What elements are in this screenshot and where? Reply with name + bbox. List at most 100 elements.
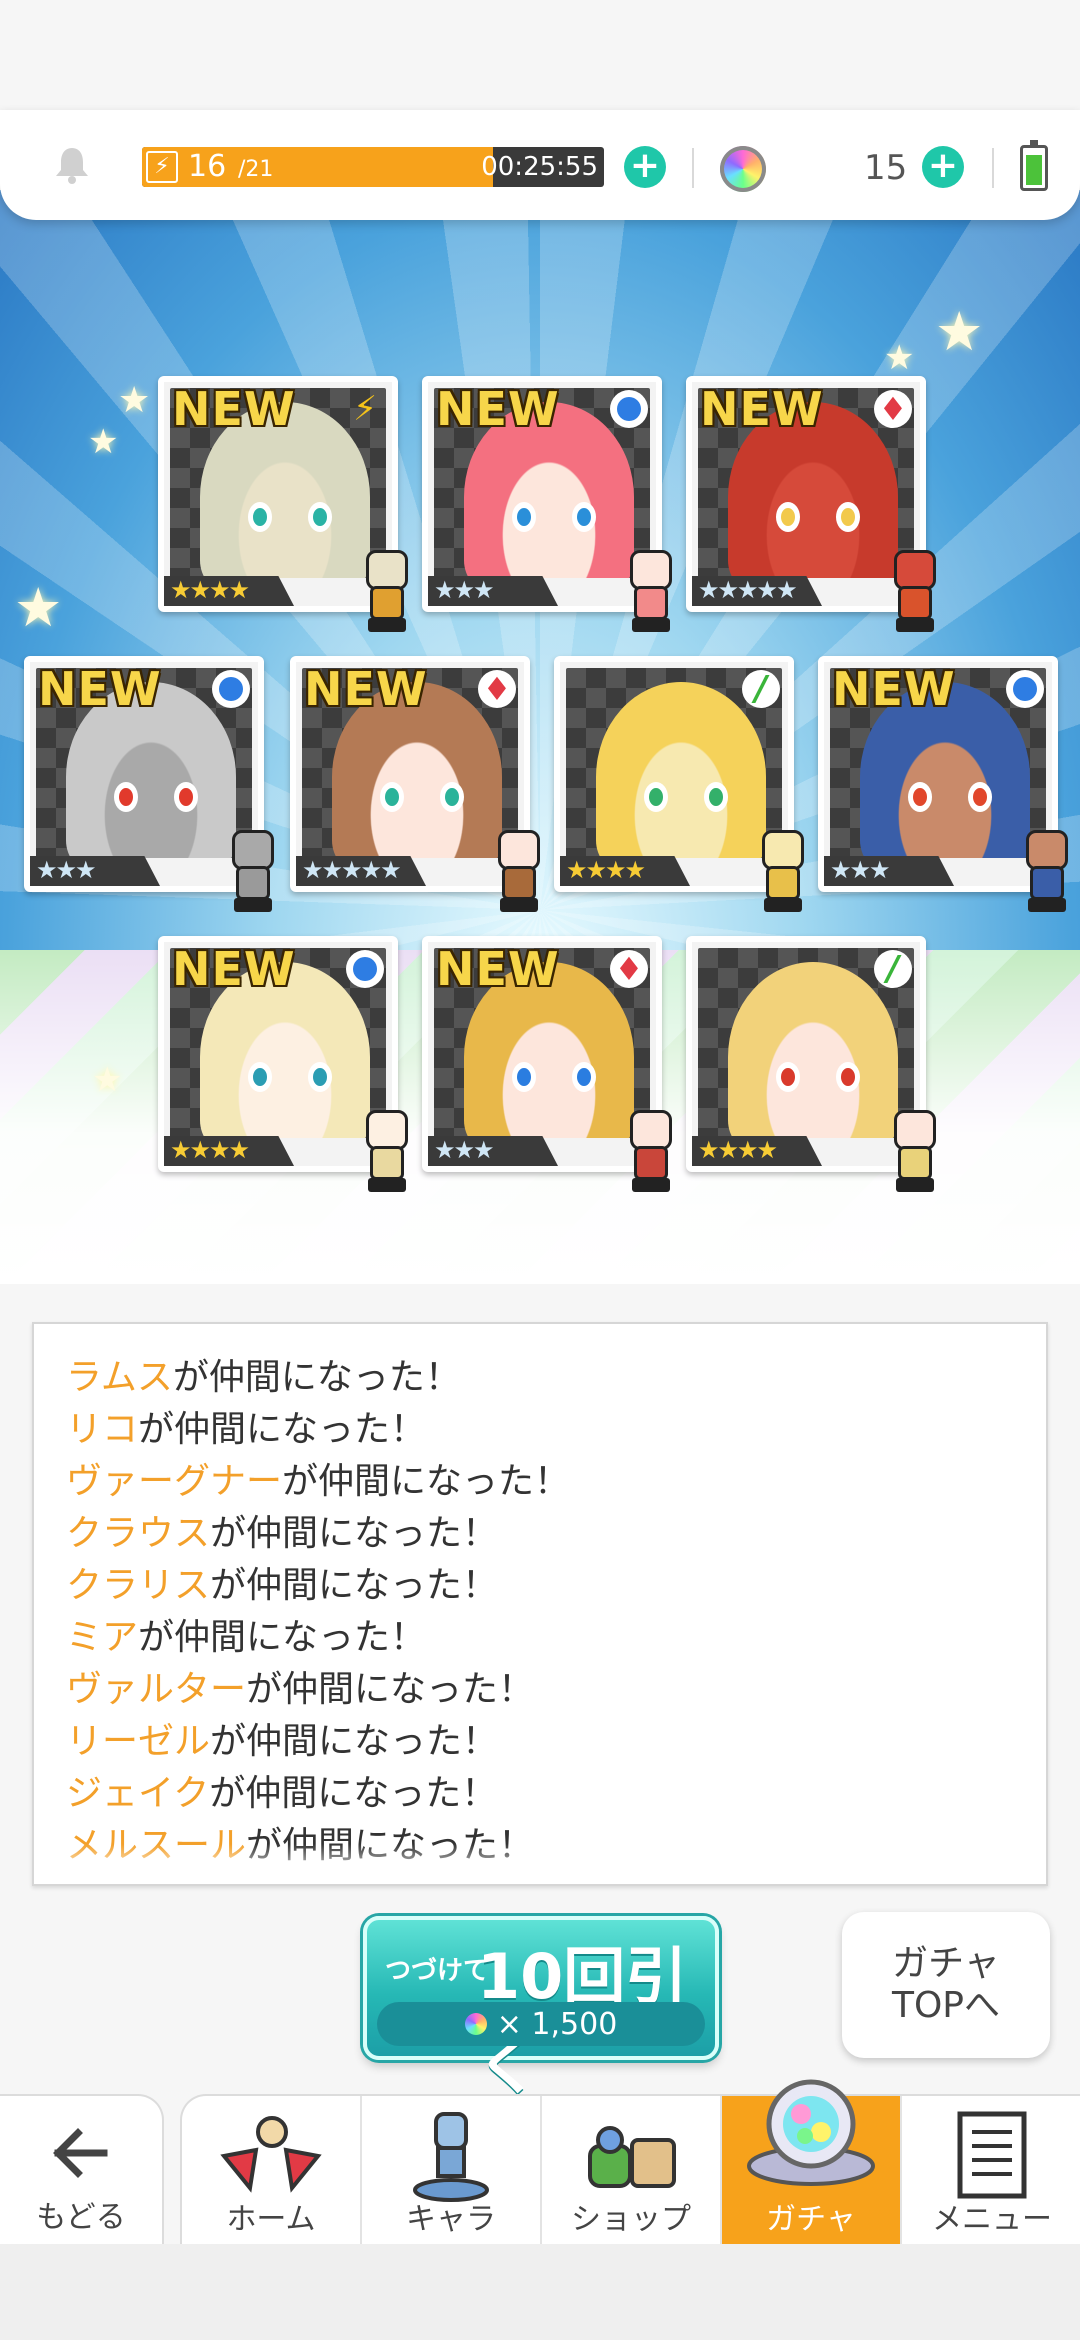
- pixel-sprite-icon: [616, 546, 686, 636]
- character-card[interactable]: ★★★★: [686, 936, 936, 1192]
- log-line: ラムスが仲間になった！: [66, 1352, 1026, 1404]
- sparkle-icon: ★: [935, 300, 984, 363]
- home-icon: [220, 2116, 322, 2193]
- fire-attribute-icon: [610, 950, 648, 988]
- pixel-sprite-icon: [880, 1106, 950, 1196]
- stamina-current: 16: [188, 149, 227, 184]
- new-badge: NEW: [172, 942, 296, 996]
- rarity-stars: ★★★: [434, 576, 495, 604]
- nav-tab-label: ガチャ: [766, 2202, 856, 2237]
- fire-attribute-icon: [478, 670, 516, 708]
- character-name: ヴァルター: [66, 1669, 247, 1710]
- character-name: クラリス: [66, 1565, 211, 1606]
- character-card[interactable]: NEW ★★★: [818, 656, 1068, 912]
- new-badge: NEW: [436, 942, 560, 996]
- character-eye: [836, 1062, 860, 1092]
- rarity-bar: ★★★★★: [692, 576, 822, 606]
- character-eye: [248, 1062, 272, 1092]
- nav-tab-home[interactable]: ホーム: [182, 2096, 362, 2246]
- log-line: ジェイクが仲間になった！: [66, 1768, 1026, 1820]
- rarity-stars: ★★★★: [170, 576, 250, 604]
- character-card[interactable]: NEW ★★★★★: [290, 656, 540, 912]
- character-eye: [512, 502, 536, 532]
- pull-prefix: つづけて: [385, 1956, 490, 1986]
- nav-tab-gacha[interactable]: ガチャ: [722, 2079, 902, 2246]
- character-card[interactable]: NEW ★★★: [422, 936, 672, 1192]
- pull-10-button[interactable]: つづけて 10回引く × 1,500: [363, 1916, 719, 2103]
- message-log[interactable]: ラムスが仲間になった！ リコが仲間になった！ ヴァーグナーが仲間になった！ クラウスが…: [32, 1322, 1048, 1886]
- new-badge: NEW: [832, 662, 956, 716]
- character-card[interactable]: ★★★★: [554, 656, 804, 912]
- character-eye: [114, 782, 138, 812]
- new-badge: NEW: [436, 382, 560, 436]
- character-eye: [380, 782, 404, 812]
- character-eye: [776, 1062, 800, 1092]
- rarity-stars: ★★★: [434, 1136, 495, 1164]
- rarity-bar: ★★★★: [560, 856, 690, 886]
- gacha-result-area: ★ ★ ★ ★ ★ ★ NEW★★★★NEW★★★NEW★★★★★NEW★★★N…: [0, 190, 1080, 1284]
- log-text: が仲間になった！: [246, 1669, 535, 1710]
- log-line: クラリスが仲間になった！: [66, 1560, 1026, 1612]
- character-card[interactable]: NEW ★★★★: [158, 376, 408, 632]
- character-eye: [440, 782, 464, 812]
- new-badge: NEW: [38, 662, 162, 716]
- character-card[interactable]: NEW ★★★★★: [686, 376, 936, 632]
- character-card[interactable]: NEW ★★★★: [158, 936, 408, 1192]
- pixel-sprite-icon: [748, 826, 818, 916]
- nav-tab-label: メニュー: [932, 2202, 1052, 2237]
- add-gems-button[interactable]: +: [922, 146, 964, 188]
- new-badge: NEW: [700, 382, 824, 436]
- rarity-stars: ★★★★: [170, 1136, 250, 1164]
- log-lines: ラムスが仲間になった！ リコが仲間になった！ ヴァーグナーが仲間になった！ クラウスが…: [66, 1352, 1026, 1872]
- gacha-top-button[interactable]: ガチャ TOPへ: [842, 1912, 1050, 2058]
- character-eye: [836, 502, 860, 532]
- character-name: リコ: [66, 1409, 139, 1450]
- character-card[interactable]: NEW ★★★: [422, 376, 672, 632]
- log-line: ヴァーグナーが仲間になった！: [66, 1456, 1026, 1508]
- sparkle-icon: ★: [88, 422, 119, 462]
- character-eye: [704, 782, 728, 812]
- rarity-bar: ★★★: [428, 576, 558, 606]
- log-text: が仲間になった！: [209, 1773, 498, 1814]
- pixel-sprite-icon: [616, 1106, 686, 1196]
- rarity-bar: ★★★★: [164, 1136, 294, 1166]
- nav-tab-label: キャラ: [406, 2202, 496, 2237]
- rarity-stars: ★★★★★: [302, 856, 402, 884]
- pull-cost-text: × 1,500: [496, 2006, 618, 2042]
- character-eye: [908, 782, 932, 812]
- water-attribute-icon: [346, 950, 384, 988]
- character-name: ヴァーグナー: [66, 1461, 283, 1502]
- bell-icon[interactable]: [50, 142, 94, 186]
- pixel-sprite-icon: [880, 546, 950, 636]
- log-line: リーゼルが仲間になった！: [66, 1716, 1026, 1768]
- arrow-left-icon: [53, 2128, 108, 2178]
- wind-attribute-icon: [742, 670, 780, 708]
- log-text: が仲間になった！: [282, 1461, 571, 1502]
- back-button[interactable]: もどる: [0, 2094, 164, 2244]
- character-card[interactable]: NEW ★★★: [24, 656, 274, 912]
- water-attribute-icon: [212, 670, 250, 708]
- character-face: [596, 682, 766, 858]
- rarity-bar: ★★★: [30, 856, 160, 886]
- rarity-stars: ★★★★: [698, 1136, 778, 1164]
- gacha-top-line1: ガチャ: [892, 1943, 1000, 1984]
- rarity-bar: ★★★★★: [296, 856, 426, 886]
- nav-tab-chara[interactable]: キャラ: [362, 2096, 542, 2246]
- gem-count: 15: [864, 148, 908, 188]
- system-nav-area: [0, 2244, 1080, 2340]
- log-text: が仲間になった！: [210, 1513, 499, 1554]
- character-eye: [308, 1062, 332, 1092]
- bottom-nav: もどる ホーム キャラ ショップ ガチャ メニュー: [0, 2079, 1080, 2246]
- add-stamina-button[interactable]: +: [624, 146, 666, 188]
- log-text: が仲間になった！: [172, 1357, 461, 1398]
- pixel-sprite-icon: [1012, 826, 1080, 916]
- gacha-top-line2: TOPへ: [891, 1985, 1001, 2026]
- status-bar: ⚡ 16 /21 00:25:55 + 15 +: [0, 110, 1080, 220]
- stamina-bolt-icon: ⚡: [146, 151, 178, 183]
- stamina-timer: 00:25:55: [481, 152, 598, 182]
- battery-icon: [1020, 140, 1048, 191]
- sparkle-icon: ★: [14, 576, 63, 639]
- character-eye: [308, 502, 332, 532]
- nav-tab-menu[interactable]: メニュー: [902, 2096, 1080, 2246]
- nav-tab-shop[interactable]: ショップ: [542, 2096, 722, 2246]
